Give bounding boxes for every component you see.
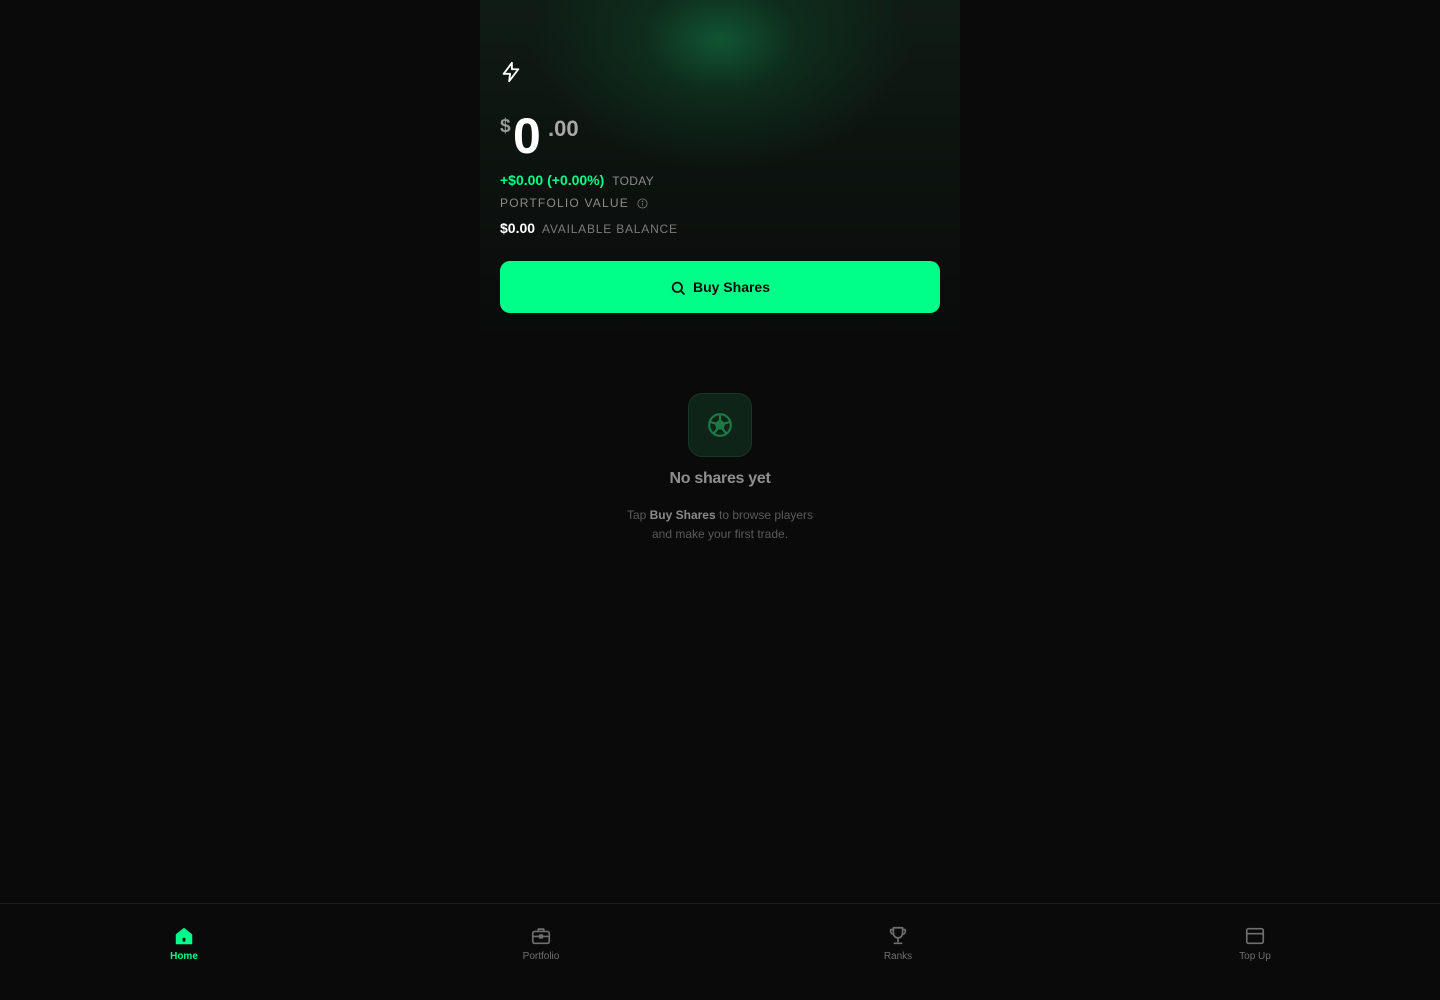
empty-state-desc-line2: and make your first trade. [651, 527, 789, 541]
empty-state-desc-prefix: Tap [626, 508, 650, 522]
buy-shares-button[interactable]: Buy Shares [500, 261, 940, 313]
lightning-bolt-icon [502, 61, 520, 83]
app-root: $ 0 .00 +$0.00 (+0.00%) TODAY PORTFOLIO … [0, 0, 1440, 1000]
nav-item-ranks[interactable]: Ranks [838, 904, 958, 1000]
daily-change: +$0.00 (+0.00%) TODAY [500, 172, 654, 188]
briefcase-icon [531, 928, 551, 945]
nav-item-top-up[interactable]: Top Up [1195, 904, 1315, 1000]
nav-item-home[interactable]: Home [124, 904, 244, 1000]
portfolio-value-label-row: PORTFOLIO VALUE [500, 196, 648, 210]
available-balance-label: AVAILABLE BALANCE [541, 222, 678, 236]
empty-state-badge [688, 393, 752, 457]
daily-change-period: TODAY [612, 174, 654, 188]
empty-state-desc-bold: Buy Shares [649, 508, 716, 522]
search-icon [671, 281, 685, 295]
info-icon[interactable] [637, 197, 648, 209]
portfolio-value-decimals: .00 [548, 116, 579, 141]
empty-state-title: No shares yet [669, 470, 771, 487]
trophy-icon [889, 926, 907, 945]
credit-card-icon [1245, 927, 1265, 945]
nav-label-ranks: Ranks [883, 951, 913, 962]
home-icon [175, 927, 193, 945]
available-balance-amount: $0.00 [500, 220, 536, 236]
buy-shares-label: Buy Shares [692, 279, 771, 295]
daily-change-value: +$0.00 (+0.00%) [500, 172, 605, 188]
nav-label-portfolio: Portfolio [522, 951, 560, 962]
soccer-ball-icon [708, 413, 732, 437]
empty-state-desc-suffix: to browse players [715, 508, 814, 522]
empty-state-description: Tap Buy Shares to browse players and mak… [480, 506, 960, 544]
nav-label-top-up: Top Up [1239, 951, 1271, 962]
portfolio-value-label: PORTFOLIO VALUE [500, 196, 629, 210]
currency-symbol: $ [500, 116, 511, 137]
nav-label-home: Home [170, 951, 198, 962]
bottom-nav: Home Portfolio Ranks Top Up [0, 903, 1440, 1000]
portfolio-value-integer: 0 [513, 108, 541, 164]
available-balance: $0.00 AVAILABLE BALANCE [500, 220, 678, 236]
nav-item-portfolio[interactable]: Portfolio [481, 904, 601, 1000]
